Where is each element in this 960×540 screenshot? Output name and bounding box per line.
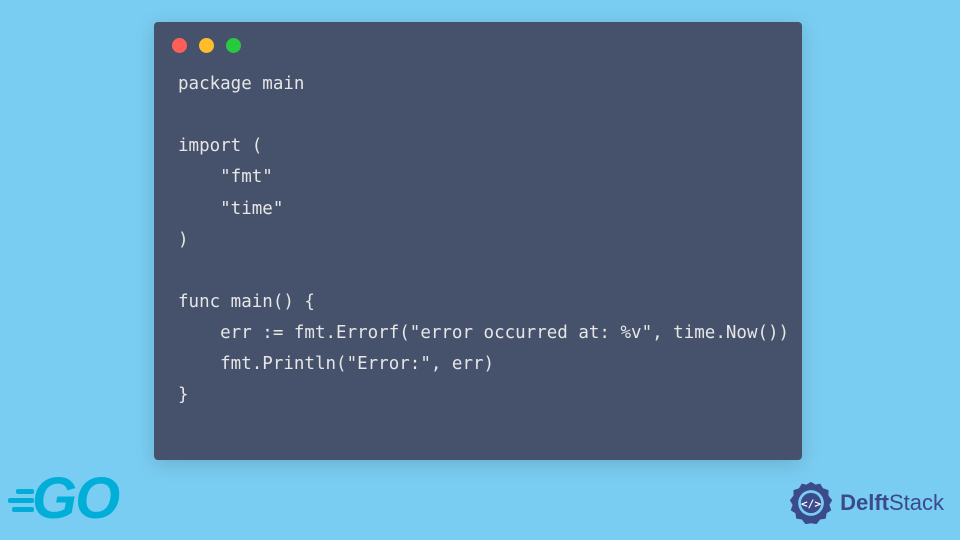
delftstack-logo: </> DelftStack <box>788 480 944 526</box>
close-icon <box>172 38 187 53</box>
gear-icon: </> <box>788 480 834 526</box>
window-controls <box>154 22 802 59</box>
go-speed-lines-icon <box>6 489 34 512</box>
svg-text:</>: </> <box>801 498 821 511</box>
delftstack-text: DelftStack <box>840 490 944 516</box>
go-logo: GO <box>6 465 118 532</box>
code-window: package main import ( "fmt" "time" ) fun… <box>154 22 802 460</box>
minimize-icon <box>199 38 214 53</box>
fullscreen-icon <box>226 38 241 53</box>
go-logo-text: GO <box>32 465 118 532</box>
code-content: package main import ( "fmt" "time" ) fun… <box>154 59 802 422</box>
